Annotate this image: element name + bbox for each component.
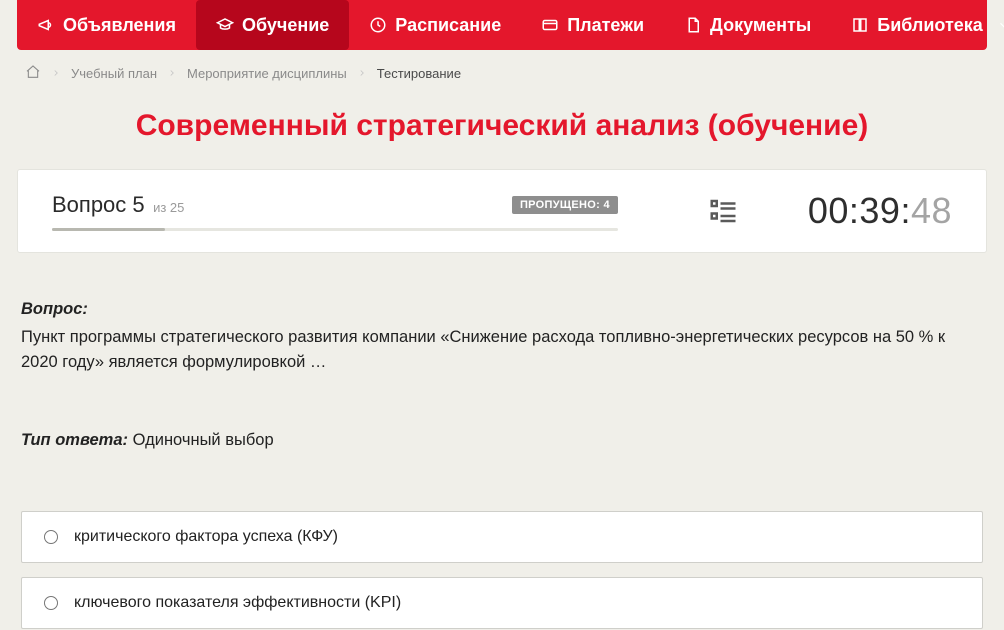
nav-label: Расписание: [395, 15, 501, 36]
timer-main: 00:39:: [808, 190, 911, 231]
test-status-card: Вопрос 5 из 25 ПРОПУЩЕНО: 4 00:39:48: [17, 169, 987, 253]
question-number: Вопрос 5: [52, 192, 145, 217]
nav-label: Обучение: [242, 15, 329, 36]
question-label: Вопрос:: [21, 300, 88, 318]
nav-label: Библиотека: [877, 15, 983, 36]
card-icon: [541, 16, 559, 34]
nav-payments[interactable]: Платежи: [521, 0, 664, 50]
breadcrumb: Учебный план Мероприятие дисциплины Тест…: [17, 50, 987, 97]
page-title: Современный стратегический анализ (обуче…: [17, 97, 987, 169]
skipped-badge: ПРОПУЩЕНО: 4: [512, 196, 618, 214]
timer-seconds: 48: [911, 190, 952, 231]
progress-bar: [52, 228, 618, 231]
megaphone-icon: [37, 16, 55, 34]
breadcrumb-testing: Тестирование: [377, 66, 461, 81]
breadcrumb-discipline-event[interactable]: Мероприятие дисциплины: [187, 66, 347, 81]
grad-cap-icon: [216, 16, 234, 34]
nav-announcements[interactable]: Объявления: [17, 0, 196, 50]
timer: 00:39:48: [808, 190, 952, 232]
answer-option[interactable]: критического фактора успеха (КФУ): [21, 511, 983, 563]
breadcrumb-study-plan[interactable]: Учебный план: [71, 66, 157, 81]
question-total: из 25: [153, 200, 184, 215]
nav-library[interactable]: Библиотека: [831, 0, 1004, 50]
nav-documents[interactable]: Документы: [664, 0, 831, 50]
answer-text: ключевого показателя эффективности (KPI): [74, 594, 401, 612]
doc-icon: [684, 16, 702, 34]
answer-type-label: Тип ответа:: [21, 431, 128, 449]
home-icon[interactable]: [25, 64, 41, 83]
nav-label: Объявления: [63, 15, 176, 36]
nav-learning[interactable]: Обучение: [196, 0, 349, 50]
clock-icon: [369, 16, 387, 34]
question-text: Пункт программы стратегического развития…: [21, 325, 983, 376]
nav-label: Платежи: [567, 15, 644, 36]
nav-label: Документы: [710, 15, 811, 36]
main-navbar: Объявления Обучение Расписание Платежи: [17, 0, 987, 50]
chevron-right-icon: [51, 66, 61, 81]
answer-radio[interactable]: [44, 530, 58, 544]
question-list-icon[interactable]: [708, 196, 738, 226]
answer-text: критического фактора успеха (КФУ): [74, 528, 338, 546]
answers-list: критического фактора успеха (КФУ) ключев…: [17, 511, 987, 629]
answer-type-value: Одиночный выбор: [133, 431, 274, 449]
answer-radio[interactable]: [44, 596, 58, 610]
chevron-down-icon: [995, 16, 1004, 34]
chevron-right-icon: [167, 66, 177, 81]
question-block: Вопрос: Пункт программы стратегического …: [17, 253, 987, 453]
answer-option[interactable]: ключевого показателя эффективности (KPI): [21, 577, 983, 629]
book-icon: [851, 16, 869, 34]
nav-schedule[interactable]: Расписание: [349, 0, 521, 50]
chevron-right-icon: [357, 66, 367, 81]
progress-fill: [52, 228, 165, 231]
